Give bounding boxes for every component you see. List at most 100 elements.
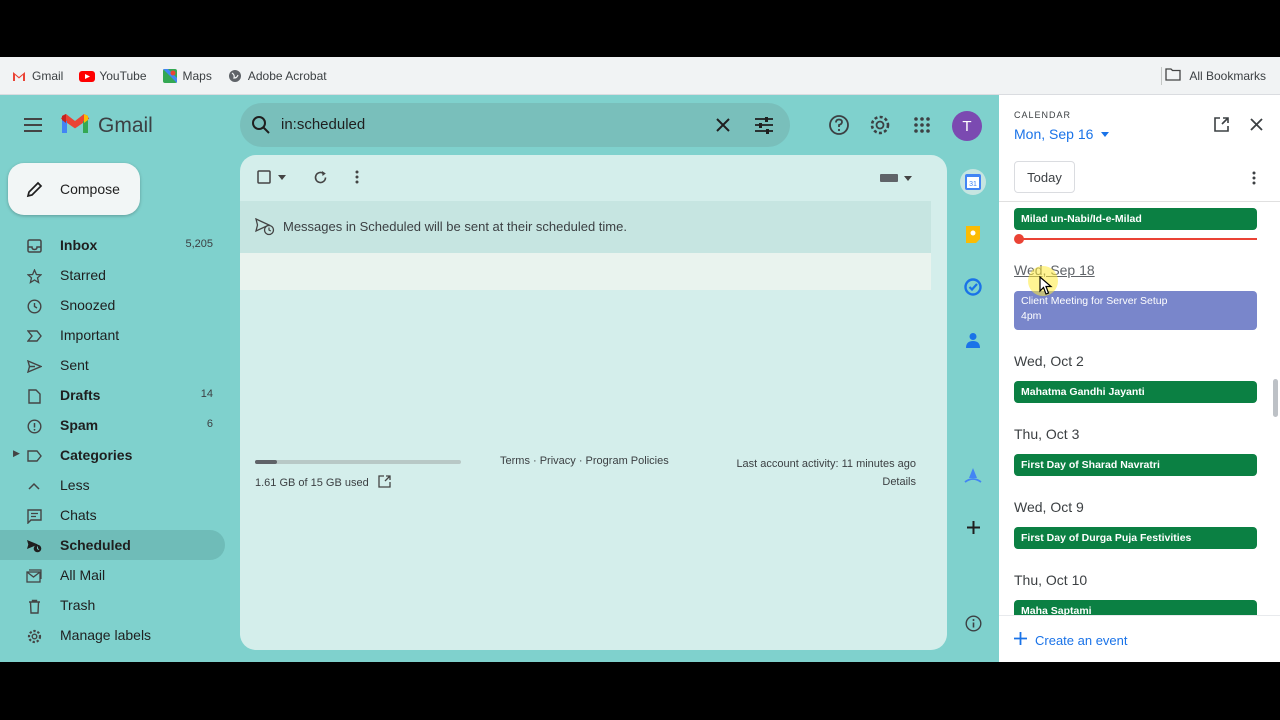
addon-icon[interactable] bbox=[961, 463, 985, 487]
sidebar-item-label: Scheduled bbox=[60, 537, 131, 553]
calendar-panel-title: CALENDAR bbox=[1014, 110, 1072, 120]
storage-meter bbox=[255, 460, 461, 464]
more-vert-icon[interactable] bbox=[353, 169, 361, 185]
trash-icon bbox=[26, 598, 42, 614]
calendar-app-icon[interactable]: 31 bbox=[960, 169, 986, 195]
sidebar-item-drafts[interactable]: Drafts 14 bbox=[0, 380, 225, 410]
avatar[interactable]: T bbox=[952, 111, 982, 141]
calendar-panel: CALENDAR Mon, Sep 16 Today Milad un-Nabi… bbox=[999, 95, 1280, 662]
search-bar[interactable]: in:scheduled bbox=[240, 103, 790, 147]
gmail-logo[interactable]: Gmail bbox=[60, 112, 153, 140]
select-all-checkbox[interactable] bbox=[257, 170, 271, 184]
expand-arrow-icon[interactable]: ▶ bbox=[13, 448, 20, 459]
message-list-panel: Messages in Scheduled will be sent at th… bbox=[240, 155, 947, 650]
today-button[interactable]: Today bbox=[1014, 161, 1075, 193]
calendar-event[interactable]: Milad un-Nabi/Id-e-Milad bbox=[1014, 208, 1257, 230]
day-heading[interactable]: Wed, Oct 9 bbox=[1014, 499, 1084, 515]
sidebar-nav: Inbox 5,205 Starred Snoozed Important Se… bbox=[0, 230, 240, 650]
sidebar-item-important[interactable]: Important bbox=[0, 320, 225, 350]
calendar-date: Mon, Sep 16 bbox=[1014, 126, 1094, 142]
bookmark-label: Adobe Acrobat bbox=[247, 68, 327, 83]
storage-meter-fill bbox=[255, 460, 278, 464]
plus-icon bbox=[1014, 632, 1027, 648]
storage-usage: 1.61 GB of 15 GB used bbox=[255, 475, 391, 491]
compose-button[interactable]: Compose bbox=[8, 163, 140, 215]
close-panel-icon[interactable] bbox=[1250, 118, 1263, 136]
chevron-down-icon bbox=[1101, 124, 1110, 140]
open-external-icon[interactable] bbox=[378, 475, 391, 491]
day-heading[interactable]: Thu, Oct 3 bbox=[1014, 426, 1079, 442]
sidebar-item-trash[interactable]: Trash bbox=[0, 590, 225, 620]
day-heading[interactable]: Thu, Oct 10 bbox=[1014, 572, 1087, 588]
sidebar-item-chats[interactable]: Chats bbox=[0, 500, 225, 530]
scheduled-notice: Messages in Scheduled will be sent at th… bbox=[240, 201, 931, 253]
sidebar-item-manage-labels[interactable]: Manage labels bbox=[0, 620, 225, 650]
search-input[interactable]: in:scheduled bbox=[281, 116, 365, 133]
bookmark-youtube[interactable]: YouTube bbox=[79, 64, 147, 88]
tasks-icon[interactable] bbox=[961, 275, 985, 299]
mouse-pointer-icon bbox=[1039, 275, 1053, 301]
sidebar-item-all-mail[interactable]: All Mail bbox=[0, 560, 225, 590]
details-link[interactable]: Details bbox=[736, 473, 916, 491]
bookmark-label: Gmail bbox=[32, 68, 64, 83]
calendar-event[interactable]: Mahatma Gandhi Jayanti bbox=[1014, 381, 1257, 403]
sidebar-item-less[interactable]: Less bbox=[0, 470, 225, 500]
folder-icon bbox=[1165, 68, 1181, 84]
create-event-button[interactable]: Create an event bbox=[1014, 632, 1128, 648]
bookmark-label: Maps bbox=[182, 68, 212, 83]
bookmark-maps[interactable]: Maps bbox=[162, 64, 212, 88]
sidebar-item-scheduled[interactable]: Scheduled bbox=[0, 530, 225, 560]
sidebar-item-sent[interactable]: Sent bbox=[0, 350, 225, 380]
app-name: Gmail bbox=[98, 114, 153, 137]
sidebar-item-inbox[interactable]: Inbox 5,205 bbox=[0, 230, 225, 260]
storage-usage-text: 1.61 GB of 15 GB used bbox=[255, 477, 369, 489]
apps-grid-icon[interactable] bbox=[910, 113, 934, 137]
sidebar-item-label: Spam bbox=[60, 417, 99, 433]
main-menu-icon[interactable] bbox=[24, 118, 42, 136]
settings-gear-icon[interactable] bbox=[868, 113, 892, 137]
sidebar-item-label: All Mail bbox=[60, 567, 106, 583]
day-heading[interactable]: Wed, Oct 2 bbox=[1014, 353, 1084, 369]
sidebar-item-label: Starred bbox=[60, 267, 106, 283]
calendar-event[interactable]: First Day of Sharad Navratri bbox=[1014, 454, 1257, 476]
gmail-logo-icon bbox=[60, 112, 90, 140]
search-icon[interactable] bbox=[249, 113, 273, 137]
bookmark-adobe-acrobat[interactable]: Adobe Acrobat bbox=[228, 64, 327, 88]
more-options-icon[interactable] bbox=[1252, 171, 1256, 190]
keep-icon[interactable] bbox=[961, 222, 985, 246]
input-tools-icon[interactable] bbox=[880, 172, 912, 184]
scheduled-send-icon bbox=[26, 538, 42, 554]
sidebar-item-snoozed[interactable]: Snoozed bbox=[0, 290, 225, 320]
calendar-divider bbox=[999, 201, 1280, 202]
footer-links[interactable]: Terms · Privacy · Program Policies bbox=[500, 455, 669, 467]
gear-icon bbox=[26, 628, 42, 644]
add-addon-icon[interactable] bbox=[961, 515, 985, 539]
sidebar-item-label: Important bbox=[60, 327, 120, 343]
calendar-scrollbar[interactable] bbox=[1273, 379, 1278, 417]
help-icon[interactable] bbox=[827, 113, 851, 137]
calendar-event[interactable]: First Day of Durga Puja Festivities bbox=[1014, 527, 1257, 549]
sidebar-item-spam[interactable]: Spam 6 bbox=[0, 410, 225, 440]
notice-text: Messages in Scheduled will be sent at th… bbox=[283, 219, 627, 234]
contacts-icon[interactable] bbox=[961, 328, 985, 352]
svg-text:31: 31 bbox=[969, 181, 977, 188]
sidebar-item-count: 5,205 bbox=[185, 238, 213, 250]
refresh-icon[interactable] bbox=[312, 169, 328, 185]
inbox-icon bbox=[26, 238, 42, 254]
sidebar-item-count: 6 bbox=[206, 418, 213, 430]
select-dropdown-icon[interactable] bbox=[277, 174, 287, 180]
search-options-icon[interactable] bbox=[752, 113, 776, 137]
info-icon[interactable] bbox=[961, 611, 985, 635]
sidebar-item-starred[interactable]: Starred bbox=[0, 260, 225, 290]
sidebar-item-label: Trash bbox=[60, 597, 96, 613]
open-in-new-tab-icon[interactable] bbox=[1213, 116, 1230, 138]
calendar-date-picker[interactable]: Mon, Sep 16 bbox=[1014, 124, 1110, 142]
sidebar-item-label: Chats bbox=[60, 507, 97, 523]
close-icon[interactable] bbox=[711, 113, 735, 137]
sidebar-item-categories[interactable]: ▶ Categories bbox=[0, 440, 225, 470]
calendar-event[interactable]: Maha Saptami bbox=[1014, 600, 1257, 615]
empty-list-row bbox=[240, 253, 931, 290]
bookmark-gmail[interactable]: Gmail bbox=[12, 64, 63, 88]
important-icon bbox=[26, 328, 42, 344]
all-bookmarks-button[interactable]: All Bookmarks bbox=[1165, 64, 1266, 88]
